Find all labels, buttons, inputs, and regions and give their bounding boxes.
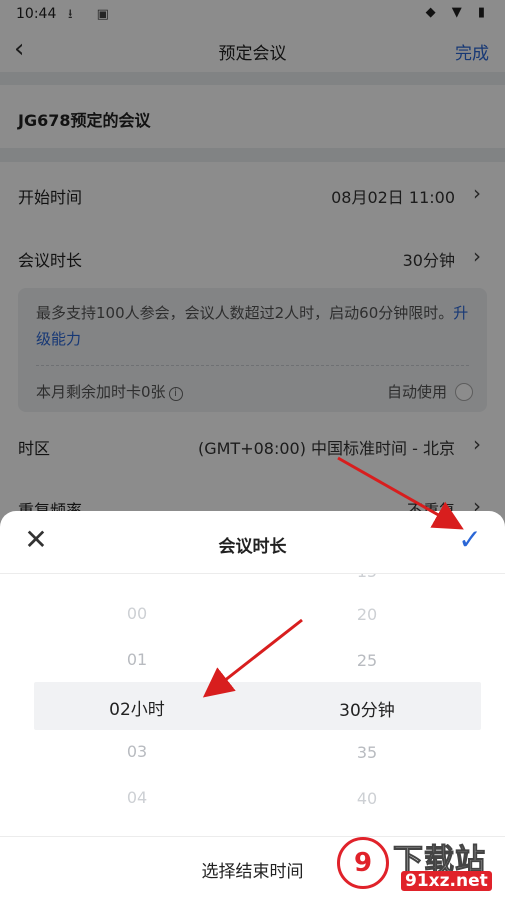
hours-option[interactable]: 04 bbox=[37, 788, 237, 807]
minutes-option[interactable]: 25 bbox=[267, 651, 467, 670]
minutes-option[interactable]: 35 bbox=[267, 743, 467, 762]
minutes-option[interactable]: 40 bbox=[267, 789, 467, 808]
hours-option[interactable]: 00 bbox=[37, 604, 237, 623]
minutes-option[interactable]: 15 bbox=[267, 574, 467, 581]
watermark-logo: 9 bbox=[337, 837, 389, 889]
checkmark-icon[interactable]: ✓ bbox=[453, 525, 487, 557]
minutes-option[interactable]: 20 bbox=[267, 605, 467, 624]
minutes-option-selected[interactable]: 30分钟 bbox=[267, 696, 467, 721]
watermark: 9 下载站 91xz.net bbox=[337, 835, 497, 893]
watermark-url: 91xz.net bbox=[401, 871, 492, 891]
hours-option[interactable]: 01 bbox=[37, 650, 237, 669]
sheet-title: 会议时长 bbox=[218, 537, 287, 557]
duration-picker[interactable]: 00 01 02小时 03 04 15 20 25 30分钟 35 40 bbox=[0, 574, 505, 836]
hours-option[interactable]: 03 bbox=[37, 742, 237, 761]
hours-option-selected[interactable]: 02小时 bbox=[37, 695, 237, 720]
